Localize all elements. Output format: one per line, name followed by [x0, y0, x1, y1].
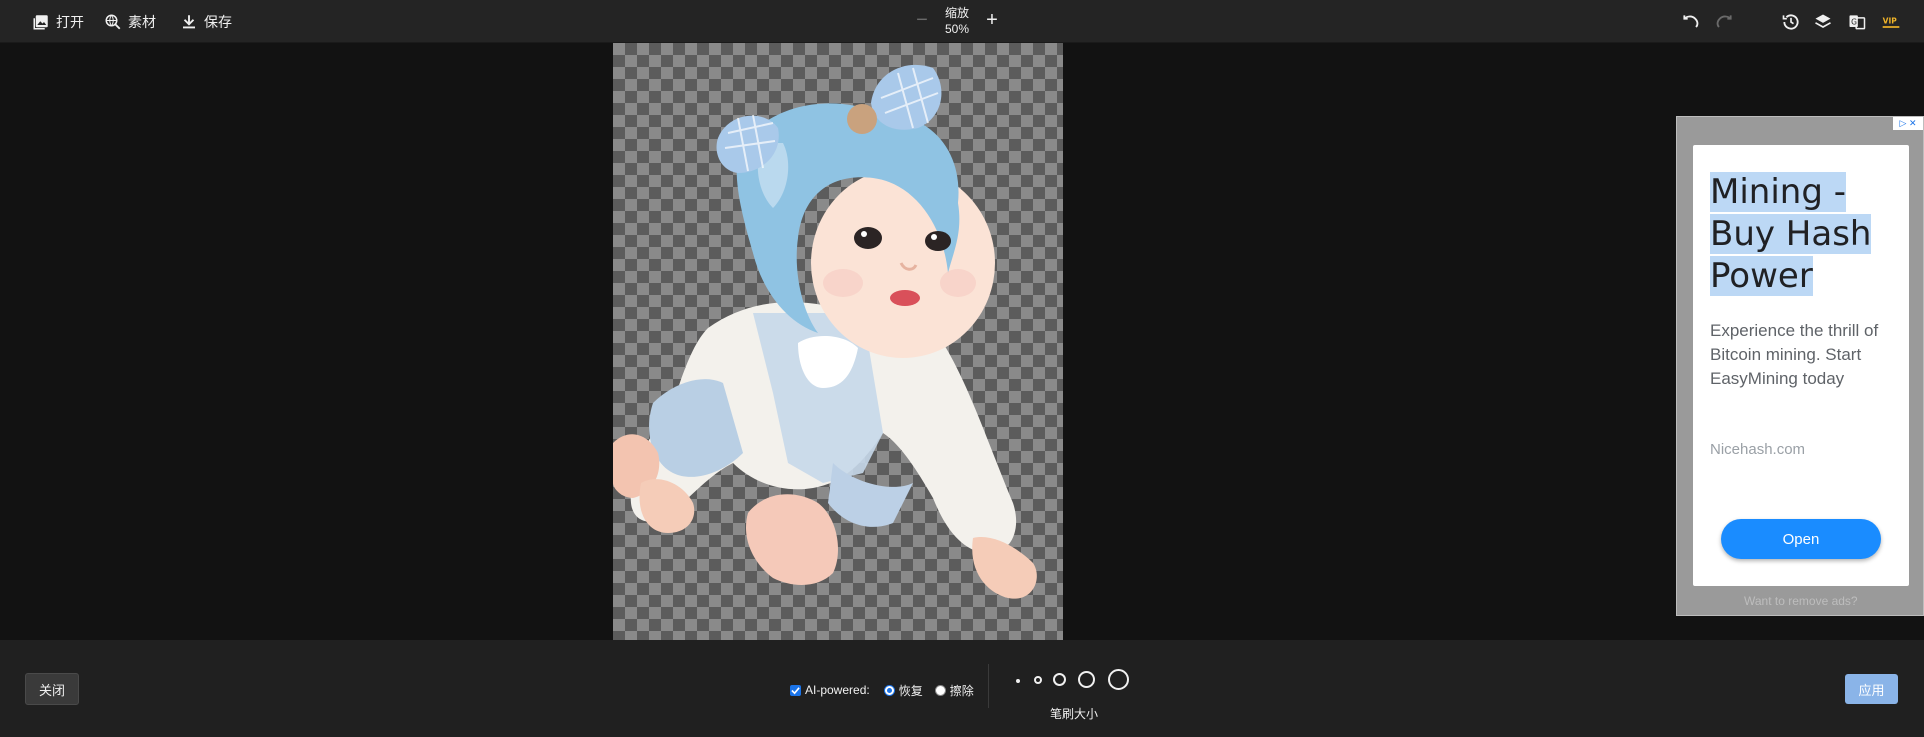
open-label: 打开: [56, 13, 84, 30]
redo-button[interactable]: [1712, 10, 1736, 34]
mode-selector: AI-powered: 恢复 擦除: [790, 682, 974, 698]
undo-button[interactable]: [1679, 10, 1703, 34]
svg-text:VIP: VIP: [1883, 17, 1898, 26]
toolbar-divider: [988, 664, 989, 708]
ad-title[interactable]: Mining - Buy Hash Power: [1710, 171, 1895, 297]
zoom-control: − 缩放 50% +: [900, 0, 1020, 43]
canvas-area[interactable]: ▷ ✕ Mining - Buy Hash Power Experience t…: [0, 43, 1924, 640]
layers-button[interactable]: [1811, 10, 1835, 34]
ad-title-line: Buy Hash: [1710, 214, 1872, 254]
redo-icon: [1716, 15, 1732, 28]
erase-label: 擦除: [949, 683, 974, 698]
search-globe-icon: [105, 14, 121, 29]
download-icon: [183, 14, 195, 28]
apply-button[interactable]: 应用: [1845, 674, 1898, 704]
brush-size-label: 笔刷大小: [1050, 707, 1099, 721]
assets-button[interactable]: 素材: [104, 0, 156, 43]
restore-label: 恢复: [898, 683, 923, 698]
zoom-out-button[interactable]: −: [912, 10, 932, 30]
ad-open-button[interactable]: Open: [1721, 519, 1881, 559]
ad-domain[interactable]: Nicehash.com: [1710, 441, 1805, 458]
save-button[interactable]: 保存: [180, 0, 232, 43]
vip-icon: VIP: [1882, 17, 1900, 28]
svg-text:G: G: [1851, 18, 1857, 27]
save-label: 保存: [204, 13, 232, 30]
bottom-toolbar: 关闭 AI-powered: 恢复 擦除 笔刷大小 应用: [0, 640, 1924, 737]
ad-title-line: Power: [1710, 256, 1813, 296]
baby-photo-cutout: [613, 64, 1037, 599]
close-button[interactable]: 关闭: [25, 673, 79, 705]
advertisement[interactable]: ▷ ✕ Mining - Buy Hash Power Experience t…: [1676, 116, 1924, 616]
assets-label: 素材: [128, 13, 156, 30]
ad-description: Experience the thrill of Bitcoin mining.…: [1710, 321, 1879, 388]
restore-radio[interactable]: [883, 684, 895, 696]
zoom-readout: 缩放 50%: [932, 5, 982, 37]
image-icon: [33, 14, 48, 29]
translate-icon: G: [1849, 15, 1866, 30]
ad-title-line: Mining -: [1710, 172, 1846, 212]
brush-size-2[interactable]: [1034, 676, 1042, 684]
open-button[interactable]: 打开: [32, 0, 84, 43]
brush-size-1[interactable]: [1016, 679, 1020, 683]
top-toolbar: 打开 素材 保存 − 缩放 50% + G VIP: [0, 0, 1924, 43]
history-icon: [1782, 14, 1799, 30]
translate-button[interactable]: G: [1845, 10, 1869, 34]
erase-radio[interactable]: [934, 684, 946, 696]
image-canvas[interactable]: [613, 43, 1063, 640]
vip-button[interactable]: VIP: [1879, 10, 1903, 34]
brush-size-5[interactable]: [1108, 669, 1129, 690]
checkmark-icon: [791, 686, 800, 694]
brush-size-4[interactable]: [1078, 671, 1095, 688]
ai-powered-label: AI-powered:: [805, 683, 870, 697]
zoom-title: 缩放: [944, 6, 969, 20]
undo-icon: [1683, 15, 1699, 28]
zoom-value: 50%: [944, 22, 970, 36]
brush-size-3[interactable]: [1053, 673, 1066, 686]
history-button[interactable]: [1779, 10, 1803, 34]
ai-powered-checkbox[interactable]: [790, 684, 801, 696]
zoom-in-button[interactable]: +: [982, 10, 1002, 30]
ad-choices-badge[interactable]: ▷ ✕: [1893, 117, 1923, 130]
ad-card[interactable]: Mining - Buy Hash Power Experience the t…: [1693, 145, 1909, 586]
remove-ads-link[interactable]: Want to remove ads?: [1744, 594, 1858, 608]
layers-icon: [1815, 14, 1831, 28]
